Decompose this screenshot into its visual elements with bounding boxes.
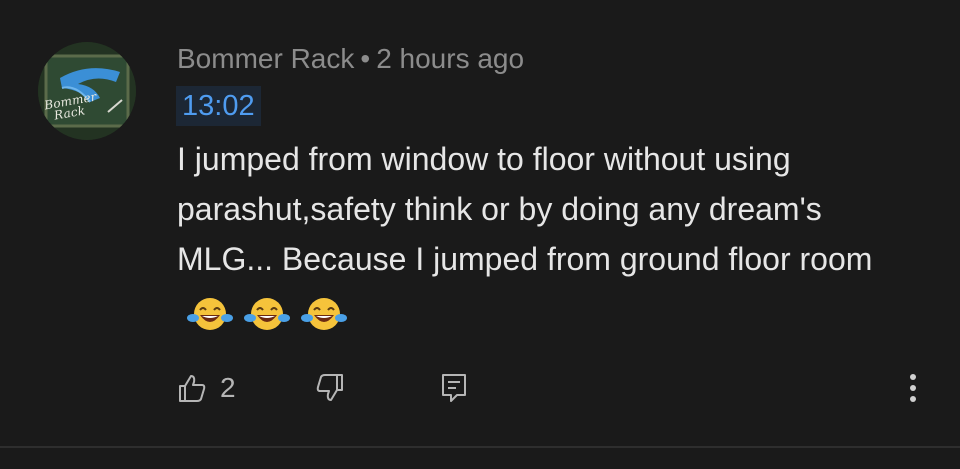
avatar[interactable]: Bommer Rack: [38, 42, 136, 140]
comment-icon: [442, 374, 466, 402]
divider: [0, 446, 960, 448]
more-options-button[interactable]: [903, 360, 923, 416]
meta-separator: •: [360, 43, 371, 74]
time-ago[interactable]: 2 hours ago: [376, 43, 524, 74]
like-button[interactable]: 2: [178, 360, 236, 416]
thumbs-up-icon: [179, 375, 206, 402]
comment-meta: Bommer Rack • 2 hours ago: [177, 42, 524, 76]
face-with-tears-of-joy-icon: [187, 298, 233, 331]
author-name[interactable]: Bommer Rack: [177, 43, 354, 74]
avatar-text: Bommer Rack: [38, 42, 136, 140]
thumbs-down-icon: [316, 374, 343, 401]
like-count: 2: [220, 372, 236, 403]
face-with-tears-of-joy-icon: [300, 298, 347, 331]
dislike-button[interactable]: [316, 360, 344, 416]
comment: Bommer Rack Bommer Rack • 2 hours ago 13:0…: [0, 0, 960, 446]
timestamp-link[interactable]: 13:02: [176, 86, 261, 126]
comment-text: I jumped from window to floor without us…: [177, 141, 873, 277]
reply-button[interactable]: [440, 360, 468, 416]
face-with-tears-of-joy-icon: [243, 298, 290, 331]
comment-body: I jumped from window to floor without us…: [177, 134, 917, 337]
emoji-group: [187, 287, 349, 337]
comment-actions: 2: [0, 360, 960, 416]
more-vertical-icon: [910, 374, 916, 402]
